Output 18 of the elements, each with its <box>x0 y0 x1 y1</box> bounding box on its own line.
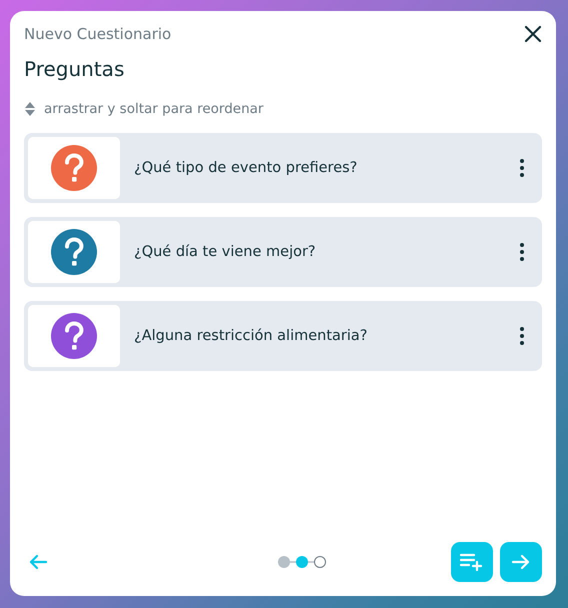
hint-text: arrastrar y soltar para reordenar <box>44 101 264 117</box>
question-text: ¿Qué tipo de evento prefieres? <box>134 160 358 176</box>
more-icon <box>520 243 524 261</box>
back-arrow-icon <box>28 554 48 570</box>
question-text: ¿Alguna restricción alimentaria? <box>134 328 368 344</box>
next-arrow-icon <box>511 554 531 570</box>
question-row[interactable]: ¿Qué tipo de evento prefieres? <box>24 133 542 203</box>
sort-icon <box>24 101 36 117</box>
dialog-title: Preguntas <box>24 57 126 81</box>
question-row[interactable]: ¿Qué día te viene mejor? <box>24 217 542 287</box>
close-button[interactable] <box>524 25 542 43</box>
question-row[interactable]: ¿Alguna restricción alimentaria? <box>24 301 542 371</box>
dialog-subtitle: Nuevo Cuestionario <box>24 25 172 43</box>
more-icon <box>520 327 524 345</box>
add-list-icon <box>460 553 484 571</box>
close-icon <box>524 25 542 43</box>
more-icon <box>520 159 524 177</box>
question-text: ¿Qué día te viene mejor? <box>134 244 317 260</box>
